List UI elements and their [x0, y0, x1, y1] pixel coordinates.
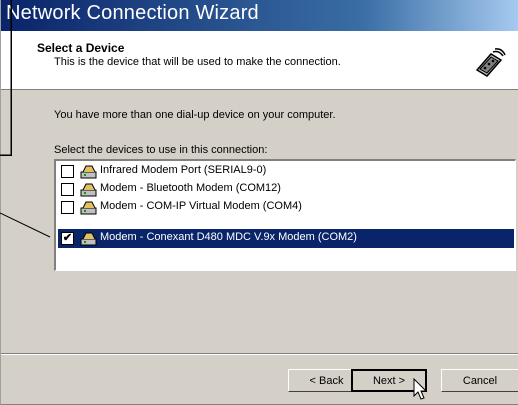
intro-text: You have more than one dial-up device on… — [54, 109, 336, 121]
device-item[interactable]: Infrared Modem Port (SERIAL9-0) — [58, 162, 514, 181]
step-subtitle: This is the device that will be used to … — [54, 56, 341, 68]
device-item[interactable]: Modem - COM-IP Virtual Modem (COM4) — [58, 198, 514, 217]
window-title: Network Connection Wizard — [6, 2, 259, 24]
device-item-selected[interactable]: ✔ Modem - Conexant D480 MDC V.9x Modem (… — [58, 229, 514, 248]
modem-icon — [80, 201, 97, 215]
device-label: Modem - COM-IP Virtual Modem (COM4) — [100, 200, 302, 212]
phone-connection-icon — [472, 47, 506, 81]
device-checkbox[interactable] — [61, 183, 74, 196]
callout-box — [0, 0, 12, 156]
button-separator — [1, 353, 518, 355]
device-label: Modem - Conexant D480 MDC V.9x Modem (CO… — [100, 231, 357, 243]
device-list[interactable]: Infrared Modem Port (SERIAL9-0) Modem - … — [54, 159, 516, 271]
step-title: Select a Device — [37, 41, 125, 55]
devices-label: Select the devices to use in this connec… — [54, 144, 268, 156]
device-item[interactable]: Modem - Bluetooth Modem (COM12) — [58, 180, 514, 199]
cancel-button[interactable]: Cancel — [441, 369, 518, 392]
title-bar[interactable]: Network Connection Wizard — [1, 0, 518, 31]
device-checkbox[interactable] — [61, 201, 74, 214]
wizard-header: Select a Device This is the device that … — [1, 31, 518, 90]
device-label: Infrared Modem Port (SERIAL9-0) — [100, 164, 267, 176]
wizard-window: Network Connection Wizard Select a Devic… — [0, 0, 518, 405]
modem-icon — [80, 232, 97, 246]
modem-icon — [80, 165, 97, 179]
device-checkbox-checked[interactable]: ✔ — [61, 232, 74, 245]
modem-icon — [80, 183, 97, 197]
mouse-pointer-icon — [413, 378, 428, 400]
device-checkbox[interactable] — [61, 165, 74, 178]
device-label: Modem - Bluetooth Modem (COM12) — [100, 182, 281, 194]
